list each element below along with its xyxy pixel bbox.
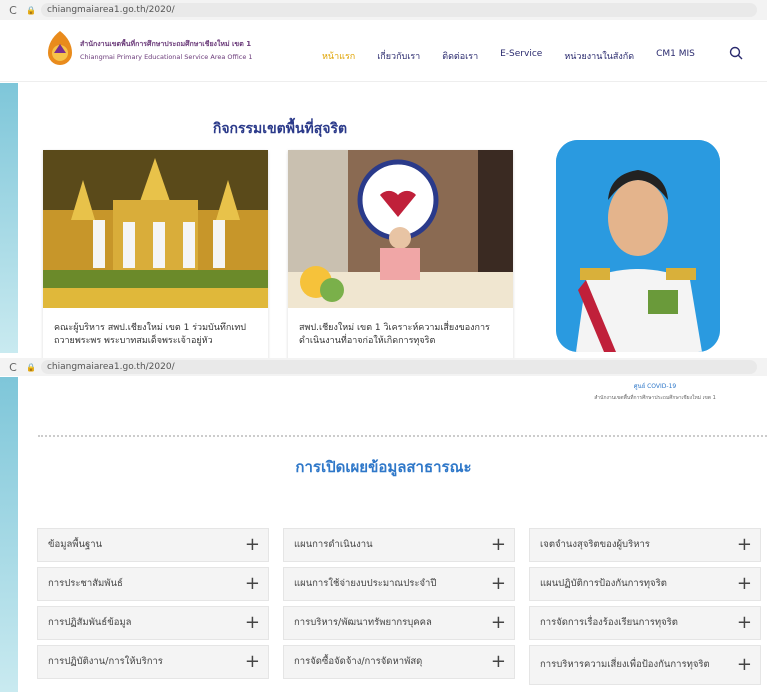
decorative-left-strip-2 — [0, 377, 18, 692]
news-card-1-caption: คณะผู้บริหาร สพป.เชียงใหม่ เขต 1 ร่วมบัน… — [54, 323, 246, 346]
accordion-item-label: แผนการดำเนินงาน — [294, 539, 373, 550]
nav-affiliates[interactable]: หน่วยงานในสังกัด — [564, 49, 634, 63]
public-info-section-title: การเปิดเผยข้อมูลสาธารณะ — [295, 458, 472, 476]
lock-icon: 🔒 — [26, 5, 36, 15]
accordion-item-label: การประชาสัมพันธ์ — [48, 578, 123, 589]
accordion-item-label: การจัดการเรื่องร้องเรียนการทุจริต — [540, 617, 678, 628]
nav-about[interactable]: เกี่ยวกับเรา — [377, 49, 420, 63]
accordion-item-label: แผนปฏิบัติการป้องกันการทุจริต — [540, 578, 667, 589]
browser-address-bar: C 🔒 chiangmaiarea1.go.th/2020/ — [0, 0, 767, 20]
accordion-item-label: การบริหาร/พัฒนาทรัพยากรบุคคล — [294, 617, 432, 628]
accordion-item[interactable]: การบริหาร/พัฒนาทรัพยากรบุคคล + — [283, 606, 515, 640]
plus-icon[interactable]: + — [737, 614, 752, 632]
lock-icon-2: 🔒 — [26, 362, 36, 372]
accordion-item-label: การจัดซื้อจัดจ้าง/การจัดหาพัสดุ — [294, 656, 423, 667]
covid-center-title: ศูนย์ COVID-19 — [633, 383, 677, 390]
nav-home[interactable]: หน้าแรก — [322, 49, 355, 63]
plus-icon[interactable]: + — [737, 536, 752, 554]
site-header: สำนักงานเขตพื้นที่การศึกษาประถมศึกษาเชีย… — [0, 20, 767, 82]
plus-icon[interactable]: + — [245, 614, 260, 632]
org-name: สำนักงานเขตพื้นที่การศึกษาประถมศึกษาเชีย… — [80, 39, 280, 61]
main-nav: หน้าแรก เกี่ยวกับเรา ติดต่อเรา E-Service… — [322, 49, 717, 63]
url-field[interactable]: chiangmaiarea1.go.th/2020/ — [40, 3, 757, 17]
director-portrait[interactable] — [556, 140, 720, 352]
accordion-item-label: แผนการใช้จ่ายงบประมาณประจำปี — [294, 578, 437, 589]
reload-icon-2[interactable]: C — [0, 361, 26, 374]
accordion-item[interactable]: การบริหารความเสี่ยงเพื่อป้องกันการทุจริต… — [529, 645, 761, 685]
news-card-1[interactable]: คณะผู้บริหาร สพป.เชียงใหม่ เขต 1 ร่วมบัน… — [43, 150, 268, 362]
browser-address-bar-2: C 🔒 chiangmaiarea1.go.th/2020/ — [0, 358, 767, 376]
plus-icon[interactable]: + — [245, 536, 260, 554]
accordion-item[interactable]: ข้อมูลพื้นฐาน + — [37, 528, 269, 562]
search-icon[interactable] — [729, 46, 743, 60]
nav-cm1mis[interactable]: CM1 MIS — [656, 49, 695, 63]
accordion-item-label: ข้อมูลพื้นฐาน — [48, 539, 103, 550]
accordion-item[interactable]: แผนปฏิบัติการป้องกันการทุจริต + — [529, 567, 761, 601]
plus-icon[interactable]: + — [491, 653, 506, 671]
accordion-item[interactable]: แผนการดำเนินงาน + — [283, 528, 515, 562]
reload-icon[interactable]: C — [0, 4, 26, 17]
covid-center-sub: สำนักงานเขตพื้นที่การศึกษาประถมศึกษาเชีย… — [594, 395, 716, 401]
plus-icon[interactable]: + — [737, 575, 752, 593]
accordion-item[interactable]: การปฏิสัมพันธ์ข้อมูล + — [37, 606, 269, 640]
org-name-english: Chiangmai Primary Educational Service Ar… — [80, 53, 253, 61]
meeting-photo — [288, 150, 513, 308]
office-logo[interactable] — [44, 29, 76, 69]
nav-contact[interactable]: ติดต่อเรา — [442, 49, 478, 63]
plus-icon[interactable]: + — [245, 575, 260, 593]
accordion-item[interactable]: เจตจำนงสุจริตของผู้บริหาร + — [529, 528, 761, 562]
plus-icon[interactable]: + — [245, 653, 260, 671]
dotted-divider — [38, 435, 767, 437]
accordion-item[interactable]: แผนการใช้จ่ายงบประมาณประจำปี + — [283, 567, 515, 601]
plus-icon[interactable]: + — [491, 575, 506, 593]
activities-section-title: กิจกรรมเขตพื้นที่สุจริต — [212, 121, 348, 137]
accordion-item[interactable]: การจัดซื้อจัดจ้าง/การจัดหาพัสดุ + — [283, 645, 515, 679]
accordion-item-label: การปฏิสัมพันธ์ข้อมูล — [48, 617, 132, 628]
ceremony-photo — [43, 150, 268, 308]
accordion-item-label: การปฏิบัติงาน/การให้บริการ — [48, 656, 163, 667]
accordion-item[interactable]: การจัดการเรื่องร้องเรียนการทุจริต + — [529, 606, 761, 640]
news-card-2-caption: สพป.เชียงใหม่ เขต 1 วิเคราะห์ความเสี่ยงข… — [299, 323, 490, 346]
plus-icon[interactable]: + — [737, 656, 752, 674]
accordion-item-label: การบริหารความเสี่ยงเพื่อป้องกันการทุจริต — [540, 659, 710, 670]
plus-icon[interactable]: + — [491, 614, 506, 632]
accordion-item[interactable]: การปฏิบัติงาน/การให้บริการ + — [37, 645, 269, 679]
accordion-item[interactable]: การประชาสัมพันธ์ + — [37, 567, 269, 601]
nav-eservice[interactable]: E-Service — [500, 49, 542, 63]
news-card-2[interactable]: สพป.เชียงใหม่ เขต 1 วิเคราะห์ความเสี่ยงข… — [288, 150, 513, 362]
org-name-thai: สำนักงานเขตพื้นที่การศึกษาประถมศึกษาเชีย… — [80, 40, 252, 48]
plus-icon[interactable]: + — [491, 536, 506, 554]
url-field-2[interactable]: chiangmaiarea1.go.th/2020/ — [40, 360, 757, 374]
accordion-item-label: เจตจำนงสุจริตของผู้บริหาร — [540, 539, 650, 550]
covid-center-banner[interactable]: ศูนย์ COVID-19 สำนักงานเขตพื้นที่การศึกษ… — [580, 381, 730, 402]
